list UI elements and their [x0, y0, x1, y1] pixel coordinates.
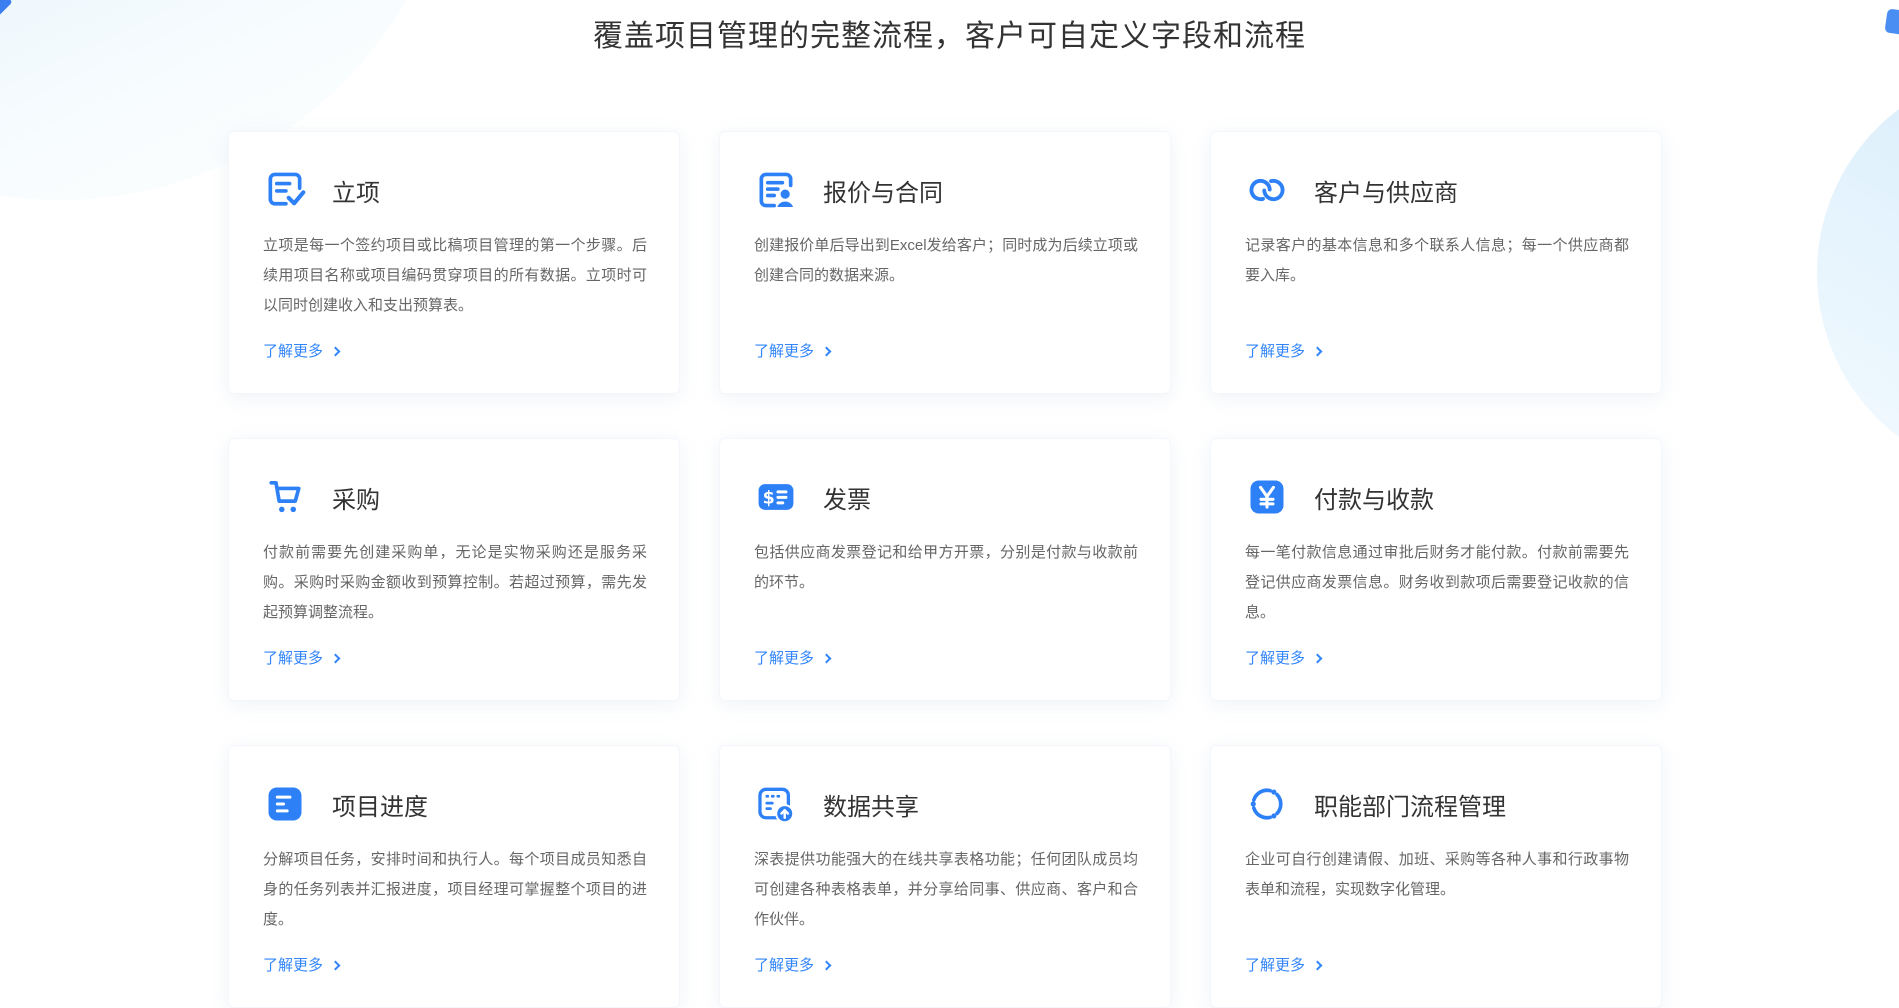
share-table-icon: [754, 782, 798, 826]
learn-more-label: 了解更多: [1245, 957, 1306, 974]
card-title: 发票: [823, 486, 871, 514]
learn-more-link[interactable]: 了解更多: [754, 647, 832, 668]
chevron-right-icon: [330, 653, 341, 663]
feature-card-invoice: $ 发票 包括供应商发票登记和给甲方开票，分别是付款与收款前的环节。 了解更多: [719, 438, 1171, 701]
learn-more-link[interactable]: 了解更多: [263, 954, 341, 975]
learn-more-label: 了解更多: [754, 650, 815, 667]
cart-icon: [263, 475, 307, 519]
card-header: 数据共享: [754, 782, 1140, 826]
chevron-right-icon: [330, 346, 341, 356]
card-header: $ 发票: [754, 475, 1140, 519]
background-circle-right: [1817, 68, 1899, 478]
card-description: 付款前需要先创建采购单，无论是实物采购还是服务采购。采购时采购金额收到预算控制。…: [263, 544, 647, 621]
card-description: 记录客户的基本信息和多个联系人信息；每一个供应商都要入库。: [1245, 237, 1629, 284]
feature-card-department-workflow: 职能部门流程管理 企业可自行创建请假、加班、采购等各种人事和行政事物表单和流程，…: [1210, 745, 1662, 1008]
card-header: 报价与合同: [754, 168, 1140, 212]
learn-more-label: 了解更多: [754, 343, 815, 360]
feature-card-project-progress: 项目进度 分解项目任务，安排时间和执行人。每个项目成员知悉自身的任务列表并汇报进…: [228, 745, 680, 1008]
svg-text:$: $: [763, 488, 775, 508]
card-description: 深表提供功能强大的在线共享表格功能；任何团队成员均可创建各种表格表单，并分享给同…: [754, 851, 1138, 928]
card-description: 企业可自行创建请假、加班、采购等各种人事和行政事物表单和流程，实现数字化管理。: [1245, 851, 1629, 898]
card-title: 采购: [332, 486, 380, 514]
learn-more-label: 了解更多: [1245, 650, 1306, 667]
feature-card-payment-receipt: 付款与收款 每一笔付款信息通过审批后财务才能付款。付款前需要先登记供应商发票信息…: [1210, 438, 1662, 701]
workflow-circle-icon: [1245, 782, 1289, 826]
learn-more-label: 了解更多: [263, 957, 324, 974]
learn-more-link[interactable]: 了解更多: [1245, 954, 1323, 975]
card-description: 包括供应商发票登记和给甲方开票，分别是付款与收款前的环节。: [754, 544, 1138, 591]
feature-card-procurement: 采购 付款前需要先创建采购单，无论是实物采购还是服务采购。采购时采购金额收到预算…: [228, 438, 680, 701]
card-title: 职能部门流程管理: [1314, 793, 1506, 821]
card-header: 采购: [263, 475, 649, 519]
yuan-icon: [1245, 475, 1289, 519]
learn-more-link[interactable]: 了解更多: [754, 340, 832, 361]
card-header: 付款与收款: [1245, 475, 1631, 519]
learn-more-link[interactable]: 了解更多: [1245, 647, 1323, 668]
learn-more-label: 了解更多: [754, 957, 815, 974]
card-description: 立项是每一个签约项目或比稿项目管理的第一个步骤。后续用项目名称或项目编码贯穿项目…: [263, 237, 647, 314]
card-description: 创建报价单后导出到Excel发给客户；同时成为后续立项或创建合同的数据来源。: [754, 237, 1138, 284]
invoice-icon: $: [754, 475, 798, 519]
card-header: 职能部门流程管理: [1245, 782, 1631, 826]
chevron-right-icon: [821, 346, 832, 356]
link-rings-icon: [1245, 168, 1289, 212]
learn-more-label: 了解更多: [263, 343, 324, 360]
chevron-right-icon: [821, 960, 832, 970]
card-title: 立项: [332, 179, 380, 207]
page-title: 覆盖项目管理的完整流程，客户可自定义字段和流程: [593, 20, 1306, 53]
learn-more-link[interactable]: 了解更多: [754, 954, 832, 975]
learn-more-label: 了解更多: [263, 650, 324, 667]
card-header: 项目进度: [263, 782, 649, 826]
feature-card-data-sharing: 数据共享 深表提供功能强大的在线共享表格功能；任何团队成员均可创建各种表格表单，…: [719, 745, 1171, 1008]
card-header: 立项: [263, 168, 649, 212]
chevron-right-icon: [821, 653, 832, 663]
chevron-right-icon: [330, 960, 341, 970]
chevron-right-icon: [1312, 960, 1323, 970]
learn-more-link[interactable]: 了解更多: [1245, 340, 1323, 361]
card-title: 报价与合同: [823, 179, 943, 207]
learn-more-label: 了解更多: [1245, 343, 1306, 360]
doc-person-icon: [754, 168, 798, 212]
chevron-right-icon: [1312, 653, 1323, 663]
doc-check-icon: [263, 168, 307, 212]
card-description: 分解项目任务，安排时间和执行人。每个项目成员知悉自身的任务列表并汇报进度，项目经…: [263, 851, 647, 928]
card-description: 每一笔付款信息通过审批后财务才能付款。付款前需要先登记供应商发票信息。财务收到款…: [1245, 544, 1629, 621]
learn-more-link[interactable]: 了解更多: [263, 340, 341, 361]
card-title: 客户与供应商: [1314, 179, 1458, 207]
chevron-right-icon: [1312, 346, 1323, 356]
task-list-icon: [263, 782, 307, 826]
card-title: 数据共享: [823, 793, 919, 821]
card-title: 项目进度: [332, 793, 428, 821]
feature-card-project-initiation: 立项 立项是每一个签约项目或比稿项目管理的第一个步骤。后续用项目名称或项目编码贯…: [228, 131, 680, 394]
feature-section-page: { "page_title": "覆盖项目管理的完整流程，客户可自定义字段和流程…: [0, 0, 1899, 1008]
feature-card-customers-suppliers: 客户与供应商 记录客户的基本信息和多个联系人信息；每一个供应商都要入库。 了解更…: [1210, 131, 1662, 394]
feature-card-quote-contract: 报价与合同 创建报价单后导出到Excel发给客户；同时成为后续立项或创建合同的数…: [719, 131, 1171, 394]
card-header: 客户与供应商: [1245, 168, 1631, 212]
learn-more-link[interactable]: 了解更多: [263, 647, 341, 668]
card-title: 付款与收款: [1314, 486, 1434, 514]
feature-card-grid: 立项 立项是每一个签约项目或比稿项目管理的第一个步骤。后续用项目名称或项目编码贯…: [228, 131, 1662, 1008]
